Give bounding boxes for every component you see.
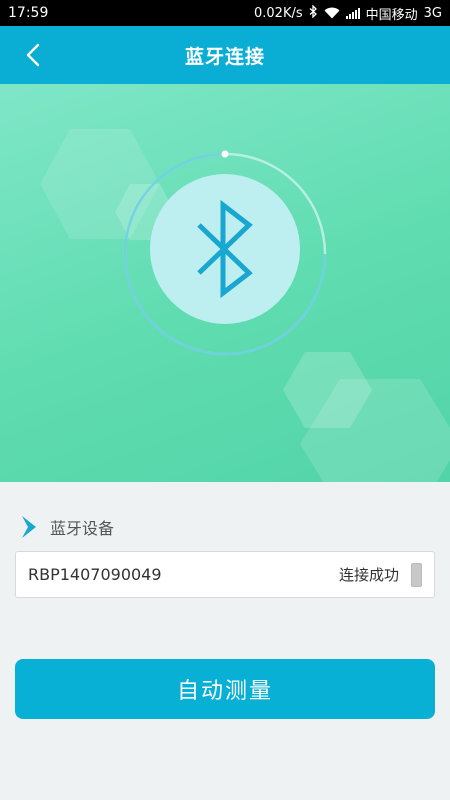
bluetooth-status-icon [309,4,318,21]
back-button[interactable] [18,40,48,70]
bluetooth-icon [197,199,253,299]
network-type: 3G [423,5,442,21]
connection-status: 连接成功 [338,566,399,584]
page-title: 蓝牙连接 [184,45,265,68]
device-list-item[interactable]: RBP1407090049 连接成功 [15,551,435,598]
device-id: RBP1407090049 [28,565,162,584]
scrollbar-thumb[interactable] [411,562,422,587]
net-speed: 0.02K/s [254,5,303,21]
status-bar: 17:59 0.02K/s 中国移动 3G [0,0,450,26]
chevron-right-icon [22,516,36,538]
signal-icon [345,7,360,19]
wifi-icon [324,7,340,19]
bluetooth-circle [150,174,300,324]
device-section-label: 蓝牙设备 [50,519,115,538]
status-right: 0.02K/s 中国移动 3G [254,4,442,23]
bluetooth-hero [0,84,450,482]
app-header: 蓝牙连接 [0,26,450,84]
auto-measure-button[interactable]: 自动测量 [15,659,435,719]
status-time: 17:59 [8,5,49,21]
chevron-left-icon [26,43,40,67]
device-section-header: 蓝牙设备 [20,514,114,540]
carrier-name: 中国移动 [365,7,418,23]
